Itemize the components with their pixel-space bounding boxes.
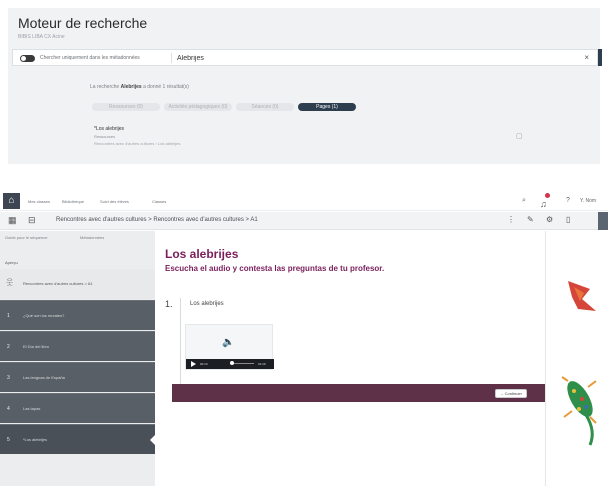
question-number: 1. xyxy=(165,299,173,309)
toolbar-accent xyxy=(598,212,608,230)
notification-dot xyxy=(545,193,550,198)
more-icon[interactable]: ⋮ xyxy=(507,215,515,224)
open-page-icon[interactable]: ▢ xyxy=(516,132,523,140)
audio-controls: 00:13 01:29 xyxy=(186,359,274,369)
speaker-icon: 🔈 xyxy=(222,337,235,348)
audio-seek-handle[interactable] xyxy=(230,361,235,365)
nav-classes[interactable]: Classes xyxy=(152,199,166,204)
search-divider xyxy=(171,53,172,63)
search-icon[interactable]: ⌕ xyxy=(522,197,526,205)
sidebar-tabs: Guide pour le séquence Métadonnées xyxy=(0,231,155,246)
filter-activities[interactable]: Activités pédagogiques (0) xyxy=(164,103,232,111)
slides-icon[interactable]: ⊟ xyxy=(28,215,36,226)
course-viewer: ⌂ Mes classes Bibliothèque Suivi des élè… xyxy=(0,192,608,486)
sidebar: Guide pour le séquence Métadonnées Aperç… xyxy=(0,231,155,486)
search-engine-subtitle: BIBIS LIBA CX Acine xyxy=(18,34,65,40)
search-bar: Chercher uniquement dans les métadonnées… xyxy=(12,49,602,66)
search-input[interactable] xyxy=(177,52,557,64)
metadata-only-label: Chercher uniquement dans les métadonnées xyxy=(40,55,140,61)
metadata-only-toggle[interactable] xyxy=(20,55,35,62)
filter-resources[interactable]: Ressources (0) xyxy=(92,103,160,111)
bell-icon: ♫ xyxy=(540,199,547,209)
sidebar-item-1[interactable]: 1 ¿Qué son los murales? xyxy=(0,300,155,330)
result-path: Rencontres avec d'autres cultures › Los … xyxy=(94,141,181,146)
settings-icon[interactable]: ⚙ xyxy=(546,215,553,224)
tab-sequence-guide[interactable]: Guide pour le séquence xyxy=(5,235,47,240)
close-icon[interactable]: × xyxy=(584,53,589,62)
sidebar-item-overview[interactable]: 웃 Rencontres avec d'autres cultures > A1 xyxy=(0,269,155,299)
search-accent-strip xyxy=(598,49,602,66)
user-menu[interactable]: Y. Nom xyxy=(580,198,596,204)
top-navigation: ⌂ Mes classes Bibliothèque Suivi des élè… xyxy=(0,192,608,211)
notifications[interactable]: ♫ xyxy=(540,193,552,209)
audio-duration: 01:29 xyxy=(258,362,266,366)
lizard-figure xyxy=(561,376,597,446)
tab-metadata[interactable]: Métadonnées xyxy=(80,235,104,240)
question-label: Los alebrijes xyxy=(190,301,224,307)
sidebar-item-4[interactable]: 4 Las tapas xyxy=(0,393,155,423)
lesson-title: Los alebrijes xyxy=(165,247,239,261)
nav-library[interactable]: Bibliothèque xyxy=(62,199,84,204)
grid-icon[interactable]: ▦ xyxy=(8,215,17,226)
filter-pages[interactable]: Pages (1) xyxy=(298,103,356,111)
person-icon: 웃 xyxy=(6,278,14,287)
home-icon[interactable]: ⌂ xyxy=(3,193,20,209)
alebrije-illustration xyxy=(561,281,597,446)
bookmark-icon[interactable]: ▯ xyxy=(566,215,570,224)
play-icon[interactable] xyxy=(191,361,196,367)
sidebar-item-3[interactable]: 3 Las lenguas de España xyxy=(0,362,155,392)
edit-icon[interactable]: ✎ xyxy=(527,215,534,224)
lesson-content: Los alebrijes Escucha el audio y contest… xyxy=(155,231,547,486)
nav-my-classes[interactable]: Mes classes xyxy=(28,199,50,204)
continue-button[interactable]: → Continuer xyxy=(494,389,527,398)
toolbar: ▦ ⊟ Rencontres avec d'autres cultures > … xyxy=(0,212,608,230)
result-term: Alebrijes xyxy=(120,84,142,90)
result-title[interactable]: *Los alebrijes xyxy=(94,126,124,132)
nav-student-tracking[interactable]: Suivi des élèves xyxy=(100,199,129,204)
result-type: Ressources xyxy=(94,134,116,139)
apercu-label: Aperçu xyxy=(5,260,18,265)
search-engine-title: Moteur de recherche xyxy=(18,15,148,31)
help-icon[interactable]: ? xyxy=(566,197,570,204)
decorative-image xyxy=(545,231,608,486)
filter-sessions[interactable]: Séances (0) xyxy=(236,103,294,111)
breadcrumb: Rencontres avec d'autres cultures > Renc… xyxy=(56,217,258,223)
audio-player: 🔈 00:13 01:29 xyxy=(185,324,274,370)
sidebar-item-5[interactable]: 5 *Los alebrijes xyxy=(0,424,155,454)
search-engine-panel: Moteur de recherche BIBIS LIBA CX Acine … xyxy=(8,8,602,164)
sidebar-item-2[interactable]: 2 El Día del libro xyxy=(0,331,155,361)
lesson-instruction: Escucha el audio y contesta las pregunta… xyxy=(165,264,385,273)
continue-bar: → Continuer xyxy=(172,384,547,402)
result-summary: La recherche Alebrijes a donné 1 résulta… xyxy=(90,84,189,90)
audio-current-time: 00:13 xyxy=(200,362,208,366)
